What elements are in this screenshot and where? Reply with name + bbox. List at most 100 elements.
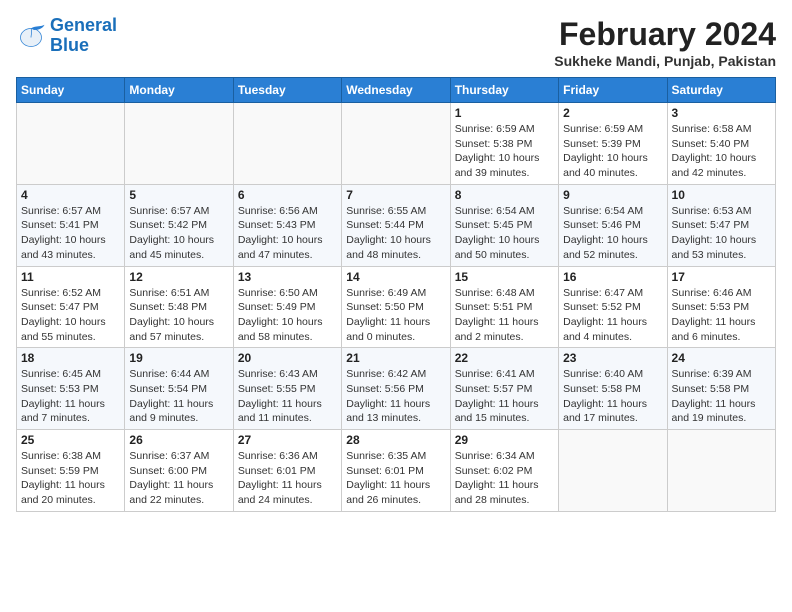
- day-number: 9: [563, 188, 662, 202]
- day-number: 14: [346, 270, 445, 284]
- day-info: Sunrise: 6:56 AMSunset: 5:43 PMDaylight:…: [238, 204, 337, 263]
- day-number: 7: [346, 188, 445, 202]
- calendar-day-6: 6 Sunrise: 6:56 AMSunset: 5:43 PMDaylight…: [233, 184, 341, 266]
- calendar-empty-cell: [559, 430, 667, 512]
- day-number: 2: [563, 106, 662, 120]
- day-number: 11: [21, 270, 120, 284]
- logo-text: General Blue: [50, 16, 117, 56]
- day-number: 10: [672, 188, 771, 202]
- calendar-empty-cell: [125, 103, 233, 185]
- day-number: 21: [346, 351, 445, 365]
- day-number: 5: [129, 188, 228, 202]
- column-header-friday: Friday: [559, 78, 667, 103]
- day-number: 17: [672, 270, 771, 284]
- calendar-empty-cell: [342, 103, 450, 185]
- column-header-monday: Monday: [125, 78, 233, 103]
- calendar-day-7: 7 Sunrise: 6:55 AMSunset: 5:44 PMDaylight…: [342, 184, 450, 266]
- day-info: Sunrise: 6:50 AMSunset: 5:49 PMDaylight:…: [238, 286, 337, 345]
- calendar-day-8: 8Sunrise: 6:54 AMSunset: 5:45 PMDaylight…: [450, 184, 558, 266]
- calendar-day-29: 29 Sunrise: 6:34 AMSunset: 6:02 PMDayligh…: [450, 430, 558, 512]
- calendar-week-row: 18 Sunrise: 6:45 AMSunset: 5:53 PMDayligh…: [17, 348, 776, 430]
- calendar-day-9: 9 Sunrise: 6:54 AMSunset: 5:46 PMDaylight…: [559, 184, 667, 266]
- day-info: Sunrise: 6:35 AMSunset: 6:01 PMDaylight:…: [346, 449, 445, 508]
- day-info: Sunrise: 6:47 AMSunset: 5:52 PMDaylight:…: [563, 286, 662, 345]
- day-number: 24: [672, 351, 771, 365]
- calendar-day-24: 24Sunrise: 6:39 AMSunset: 5:58 PMDayligh…: [667, 348, 775, 430]
- day-number: 3: [672, 106, 771, 120]
- day-info: Sunrise: 6:38 AMSunset: 5:59 PMDaylight:…: [21, 449, 120, 508]
- day-number: 25: [21, 433, 120, 447]
- calendar-week-row: 25 Sunrise: 6:38 AMSunset: 5:59 PMDayligh…: [17, 430, 776, 512]
- calendar-week-row: 1Sunrise: 6:59 AMSunset: 5:38 PMDaylight…: [17, 103, 776, 185]
- day-number: 22: [455, 351, 554, 365]
- day-number: 20: [238, 351, 337, 365]
- page-header: General Blue February 2024 Sukheke Mandi…: [16, 16, 776, 69]
- calendar-day-21: 21 Sunrise: 6:42 AMSunset: 5:56 PMDayligh…: [342, 348, 450, 430]
- day-number: 19: [129, 351, 228, 365]
- day-info: Sunrise: 6:40 AMSunset: 5:58 PMDaylight:…: [563, 367, 662, 426]
- day-info: Sunrise: 6:52 AMSunset: 5:47 PMDaylight:…: [21, 286, 120, 345]
- calendar-week-row: 4 Sunrise: 6:57 AMSunset: 5:41 PMDaylight…: [17, 184, 776, 266]
- day-info: Sunrise: 6:55 AMSunset: 5:44 PMDaylight:…: [346, 204, 445, 263]
- day-number: 26: [129, 433, 228, 447]
- calendar-day-12: 12 Sunrise: 6:51 AMSunset: 5:48 PMDayligh…: [125, 266, 233, 348]
- calendar-day-16: 16 Sunrise: 6:47 AMSunset: 5:52 PMDayligh…: [559, 266, 667, 348]
- calendar-day-10: 10Sunrise: 6:53 AMSunset: 5:47 PMDayligh…: [667, 184, 775, 266]
- location: Sukheke Mandi, Punjab, Pakistan: [554, 53, 776, 69]
- day-info: Sunrise: 6:58 AMSunset: 5:40 PMDaylight:…: [672, 122, 771, 181]
- calendar-day-3: 3 Sunrise: 6:58 AMSunset: 5:40 PMDaylight…: [667, 103, 775, 185]
- day-info: Sunrise: 6:43 AMSunset: 5:55 PMDaylight:…: [238, 367, 337, 426]
- calendar-day-13: 13 Sunrise: 6:50 AMSunset: 5:49 PMDayligh…: [233, 266, 341, 348]
- calendar-empty-cell: [17, 103, 125, 185]
- calendar-day-17: 17 Sunrise: 6:46 AMSunset: 5:53 PMDayligh…: [667, 266, 775, 348]
- calendar-day-19: 19 Sunrise: 6:44 AMSunset: 5:54 PMDayligh…: [125, 348, 233, 430]
- calendar-week-row: 11 Sunrise: 6:52 AMSunset: 5:47 PMDayligh…: [17, 266, 776, 348]
- calendar-empty-cell: [233, 103, 341, 185]
- day-info: Sunrise: 6:44 AMSunset: 5:54 PMDaylight:…: [129, 367, 228, 426]
- day-number: 16: [563, 270, 662, 284]
- calendar-day-14: 14 Sunrise: 6:49 AMSunset: 5:50 PMDayligh…: [342, 266, 450, 348]
- day-info: Sunrise: 6:42 AMSunset: 5:56 PMDaylight:…: [346, 367, 445, 426]
- day-number: 6: [238, 188, 337, 202]
- column-header-tuesday: Tuesday: [233, 78, 341, 103]
- day-info: Sunrise: 6:46 AMSunset: 5:53 PMDaylight:…: [672, 286, 771, 345]
- calendar-day-18: 18 Sunrise: 6:45 AMSunset: 5:53 PMDayligh…: [17, 348, 125, 430]
- logo: General Blue: [16, 16, 117, 56]
- day-info: Sunrise: 6:41 AMSunset: 5:57 PMDaylight:…: [455, 367, 554, 426]
- calendar-table: SundayMondayTuesdayWednesdayThursdayFrid…: [16, 77, 776, 512]
- calendar-day-5: 5 Sunrise: 6:57 AMSunset: 5:42 PMDaylight…: [125, 184, 233, 266]
- calendar-day-1: 1Sunrise: 6:59 AMSunset: 5:38 PMDaylight…: [450, 103, 558, 185]
- day-number: 23: [563, 351, 662, 365]
- day-number: 18: [21, 351, 120, 365]
- day-number: 15: [455, 270, 554, 284]
- column-header-saturday: Saturday: [667, 78, 775, 103]
- day-info: Sunrise: 6:34 AMSunset: 6:02 PMDaylight:…: [455, 449, 554, 508]
- day-info: Sunrise: 6:57 AMSunset: 5:42 PMDaylight:…: [129, 204, 228, 263]
- calendar-empty-cell: [667, 430, 775, 512]
- calendar-day-25: 25 Sunrise: 6:38 AMSunset: 5:59 PMDayligh…: [17, 430, 125, 512]
- calendar-day-20: 20 Sunrise: 6:43 AMSunset: 5:55 PMDayligh…: [233, 348, 341, 430]
- day-info: Sunrise: 6:57 AMSunset: 5:41 PMDaylight:…: [21, 204, 120, 263]
- day-number: 1: [455, 106, 554, 120]
- day-number: 13: [238, 270, 337, 284]
- day-info: Sunrise: 6:49 AMSunset: 5:50 PMDaylight:…: [346, 286, 445, 345]
- column-header-sunday: Sunday: [17, 78, 125, 103]
- day-number: 4: [21, 188, 120, 202]
- calendar-day-28: 28Sunrise: 6:35 AMSunset: 6:01 PMDayligh…: [342, 430, 450, 512]
- day-info: Sunrise: 6:45 AMSunset: 5:53 PMDaylight:…: [21, 367, 120, 426]
- calendar-day-22: 22 Sunrise: 6:41 AMSunset: 5:57 PMDayligh…: [450, 348, 558, 430]
- day-number: 8: [455, 188, 554, 202]
- logo-icon: [16, 21, 46, 51]
- day-number: 29: [455, 433, 554, 447]
- day-info: Sunrise: 6:54 AMSunset: 5:46 PMDaylight:…: [563, 204, 662, 263]
- calendar-day-2: 2 Sunrise: 6:59 AMSunset: 5:39 PMDaylight…: [559, 103, 667, 185]
- day-number: 12: [129, 270, 228, 284]
- day-info: Sunrise: 6:51 AMSunset: 5:48 PMDaylight:…: [129, 286, 228, 345]
- calendar-day-26: 26Sunrise: 6:37 AMSunset: 6:00 PMDayligh…: [125, 430, 233, 512]
- calendar-header-row: SundayMondayTuesdayWednesdayThursdayFrid…: [17, 78, 776, 103]
- column-header-thursday: Thursday: [450, 78, 558, 103]
- title-block: February 2024 Sukheke Mandi, Punjab, Pak…: [554, 16, 776, 69]
- day-info: Sunrise: 6:59 AMSunset: 5:39 PMDaylight:…: [563, 122, 662, 181]
- calendar-day-27: 27Sunrise: 6:36 AMSunset: 6:01 PMDayligh…: [233, 430, 341, 512]
- calendar-day-15: 15Sunrise: 6:48 AMSunset: 5:51 PMDayligh…: [450, 266, 558, 348]
